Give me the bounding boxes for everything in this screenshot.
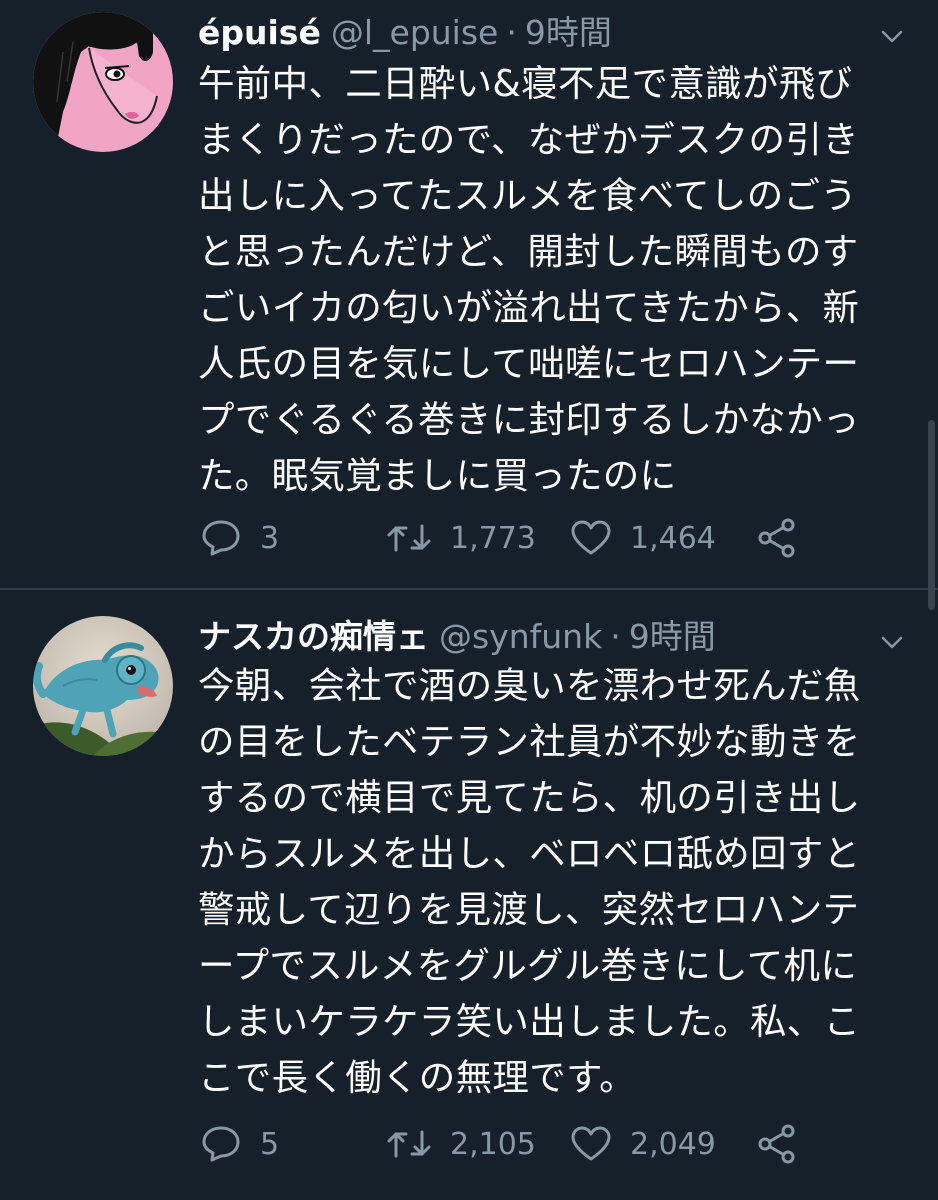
scrollbar[interactable]	[928, 420, 935, 610]
like-count: 1,464	[630, 520, 716, 556]
retweet-button[interactable]: 1,773	[386, 516, 536, 560]
share-icon	[758, 518, 795, 558]
like-icon	[571, 520, 611, 555]
tweet-header: ナスカの痴情ェ @synfunk · 9時間	[198, 614, 898, 660]
user-handle[interactable]: @l_epuise	[331, 10, 499, 56]
retweet-icon	[387, 1130, 431, 1158]
tweet-header: épuisé @l_epuise · 9時間	[198, 10, 898, 56]
separator: ·	[610, 617, 621, 656]
tweet-text: 今朝、会社で酒の臭いを漂わせ死んだ魚 の目をしたベテラン社員が不妙な動きを する…	[198, 664, 861, 1099]
timestamp[interactable]: 9時間	[629, 614, 716, 660]
tweet-actions: 3 1,773 1,464	[200, 516, 820, 560]
share-icon	[758, 1124, 795, 1164]
retweet-count: 2,105	[450, 1126, 536, 1162]
timestamp[interactable]: 9時間	[525, 10, 612, 56]
retweet-count: 1,773	[450, 520, 536, 556]
share-button[interactable]	[756, 1122, 798, 1166]
reply-button[interactable]: 5	[200, 1122, 279, 1166]
share-button[interactable]	[756, 516, 798, 560]
like-count: 2,049	[630, 1126, 716, 1162]
retweet-button[interactable]: 2,105	[386, 1122, 536, 1166]
tweet-actions: 5 2,105 2,049	[200, 1122, 820, 1166]
tweet-text: 午前中、二日酔い&寝不足で意識が飛び まくりだったので、なぜかデスクの引き 出し…	[198, 62, 860, 497]
chevron-down-icon[interactable]	[880, 24, 904, 48]
user-handle[interactable]: @synfunk	[439, 614, 602, 660]
reply-icon	[202, 520, 240, 556]
tweet[interactable]: ナスカの痴情ェ @synfunk · 9時間 今朝、会社で酒の臭いを漂わせ死んだ…	[0, 590, 938, 1200]
display-name[interactable]: épuisé	[198, 10, 321, 56]
reply-count: 3	[260, 520, 280, 556]
display-name[interactable]: ナスカの痴情ェ	[198, 614, 429, 660]
reply-icon	[202, 1126, 240, 1162]
tweet[interactable]: épuisé @l_epuise · 9時間 午前中、二日酔い&寝不足で意識が飛…	[0, 0, 938, 588]
avatar[interactable]	[33, 12, 173, 152]
reply-count: 5	[260, 1126, 280, 1162]
retweet-icon	[387, 524, 431, 552]
like-button[interactable]: 2,049	[570, 1122, 716, 1166]
like-icon	[571, 1126, 611, 1161]
separator: ·	[506, 13, 517, 52]
like-button[interactable]: 1,464	[570, 516, 716, 560]
avatar[interactable]	[33, 616, 173, 756]
reply-button[interactable]: 3	[200, 516, 279, 560]
chevron-down-icon[interactable]	[880, 630, 904, 654]
